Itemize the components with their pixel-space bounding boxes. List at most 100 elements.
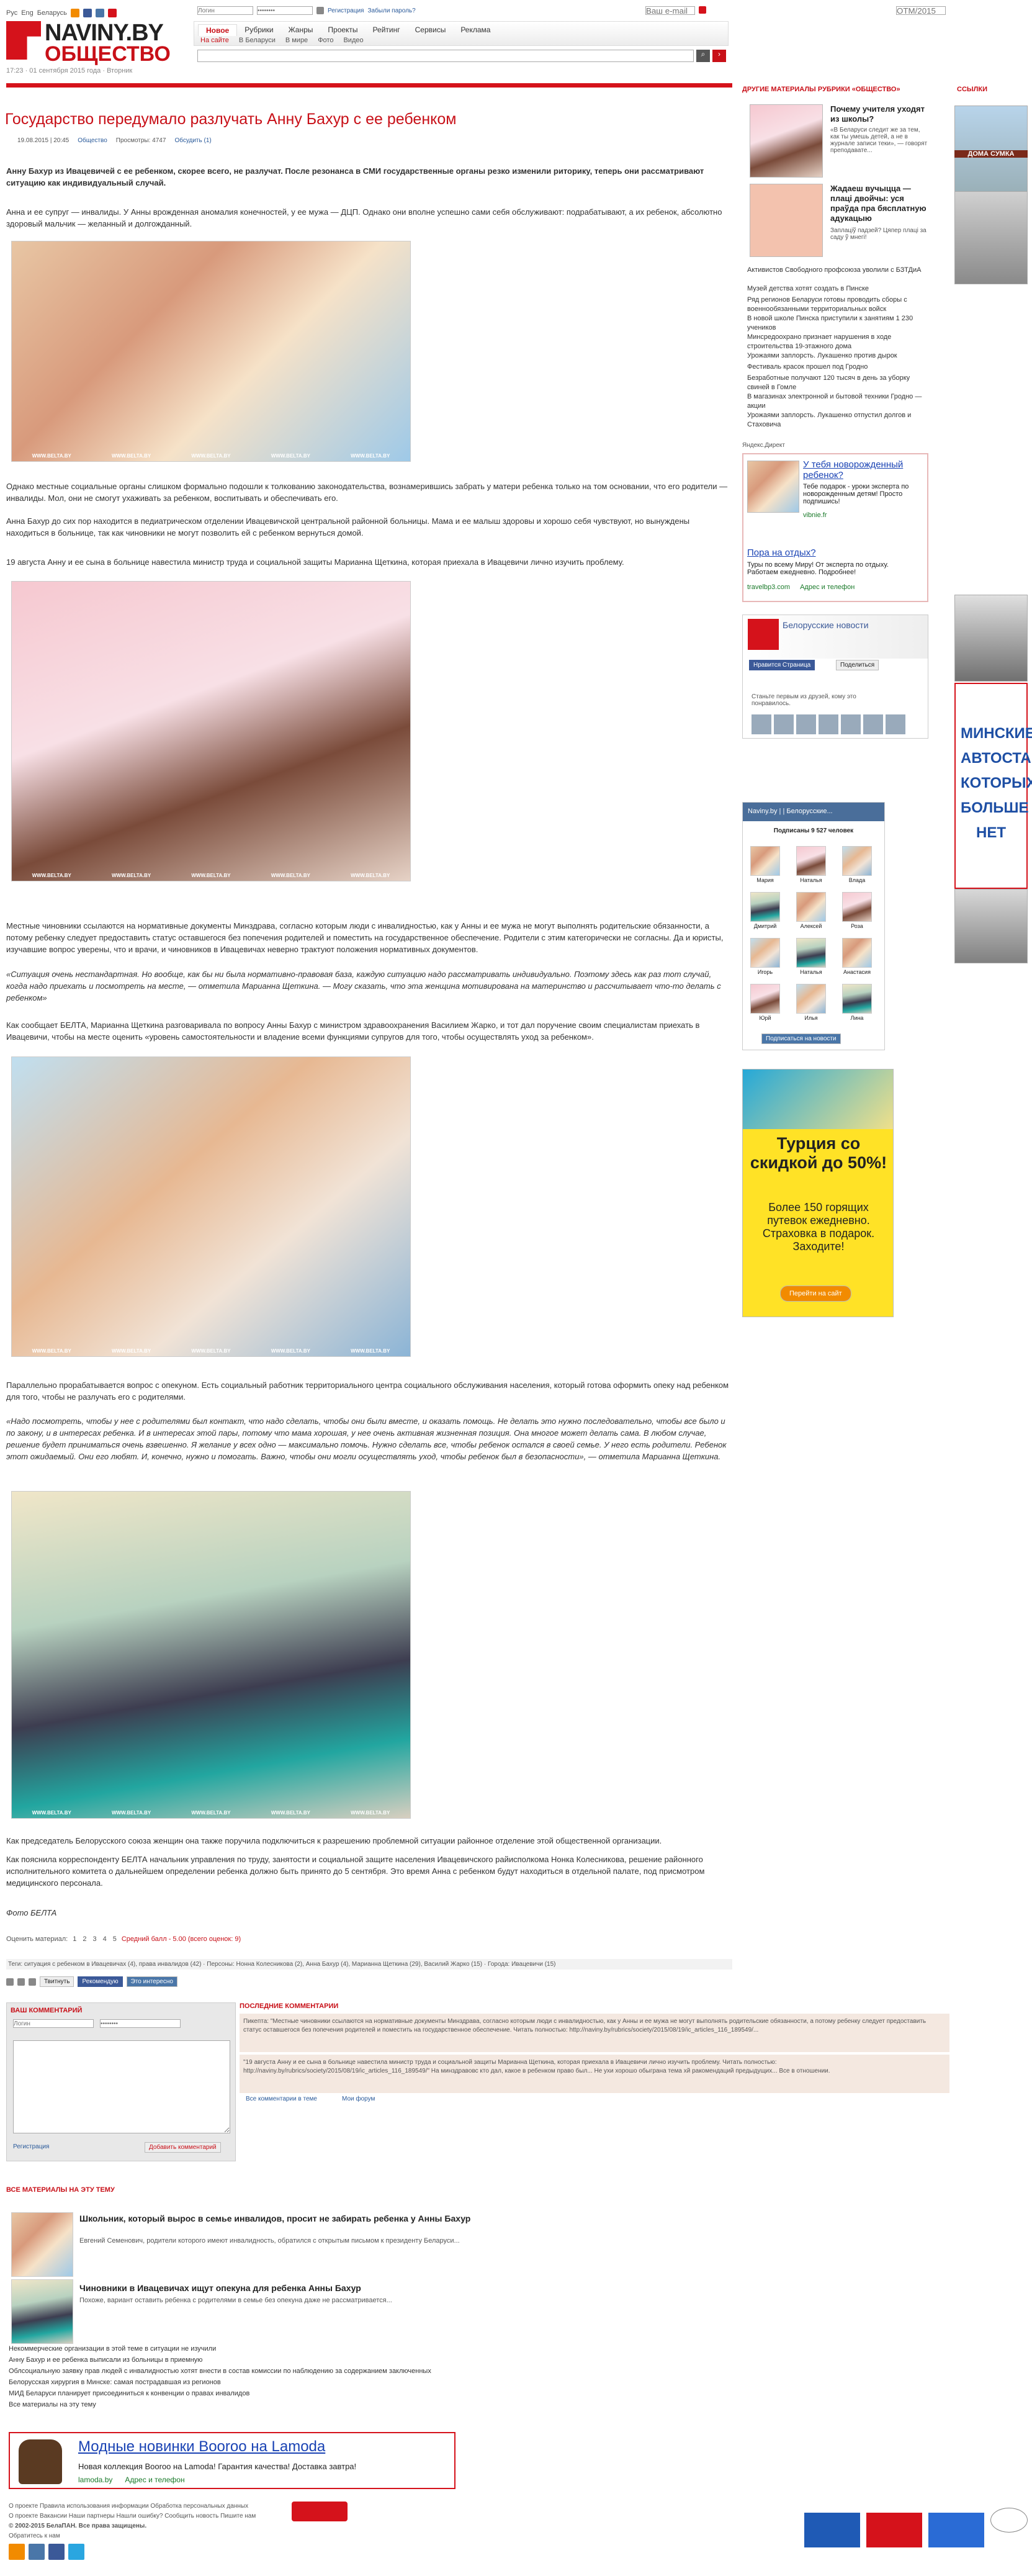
- seal-logo[interactable]: [990, 2508, 1028, 2533]
- sidebar-news-link[interactable]: Безработные получают 120 тысяч в день за…: [747, 374, 927, 392]
- nav-subtab[interactable]: В мире: [285, 37, 308, 44]
- nav-tab[interactable]: Реклама: [453, 24, 498, 36]
- nav-tab[interactable]: Рубрики: [237, 24, 280, 36]
- sidebar-news-link[interactable]: Урожаями заплорсть. Лукашенко против дыр…: [747, 351, 927, 361]
- vk-avatar[interactable]: [750, 892, 780, 922]
- vk-icon[interactable]: [29, 2544, 45, 2560]
- nav-tab[interactable]: Рейтинг: [366, 24, 408, 36]
- nav-tab[interactable]: Сервисы: [408, 24, 454, 36]
- sidebar-news-link[interactable]: Урожаями заплорсть. Лукашенко отпустил д…: [747, 411, 927, 430]
- vk-avatar[interactable]: [796, 938, 826, 968]
- nav-tab[interactable]: Проекты: [320, 24, 365, 36]
- sidebar-news-link[interactable]: В магазинах электронной и бытовой техник…: [747, 392, 927, 411]
- rating-star[interactable]: 1: [73, 1935, 76, 1943]
- related-thumb[interactable]: [11, 2279, 73, 2344]
- fb-share-button[interactable]: Поделиться: [836, 660, 879, 670]
- nav-subtab[interactable]: Видео: [343, 37, 363, 44]
- comment-textarea[interactable]: [13, 2040, 230, 2133]
- rating-star[interactable]: 5: [113, 1935, 117, 1943]
- bookmark-icon[interactable]: [29, 1978, 36, 1986]
- comment-login-input[interactable]: [13, 2019, 94, 2028]
- comment-password-input[interactable]: [100, 2019, 181, 2028]
- login-go-icon[interactable]: [316, 7, 324, 14]
- lamoda-title[interactable]: Модные новинки Booroo на Lamoda: [78, 2438, 325, 2456]
- fb-friend-avatar[interactable]: [752, 714, 771, 734]
- search-input[interactable]: [197, 50, 694, 62]
- related-list-item[interactable]: Все материалы на эту тему: [9, 2399, 431, 2410]
- subscribe-go-icon[interactable]: [699, 6, 706, 14]
- google-icon[interactable]: [107, 9, 117, 17]
- tweet-button[interactable]: Твитнуть: [40, 1976, 74, 1987]
- facebook-icon[interactable]: [83, 9, 92, 17]
- related-title-link[interactable]: Чиновники в Ивацевичах ищут опекуна для …: [79, 2283, 361, 2293]
- nav-tab[interactable]: Жанры: [281, 24, 321, 36]
- all-comments-link[interactable]: Все комментарии в теме: [246, 2096, 317, 2102]
- search-go-button[interactable]: ›: [712, 50, 726, 62]
- ad-photo[interactable]: [954, 106, 1028, 192]
- lang-by[interactable]: Беларусь: [37, 9, 67, 17]
- feature-thumb[interactable]: [750, 184, 823, 257]
- register-link[interactable]: Регистрация: [328, 7, 364, 14]
- vk-like-button[interactable]: Это интересно: [126, 1976, 177, 1987]
- article-rubric-link[interactable]: Общество: [78, 137, 107, 144]
- vk-avatar[interactable]: [750, 846, 780, 876]
- ad-photo[interactable]: [954, 595, 1028, 682]
- vk-widget-title[interactable]: Naviny.by | | Белорусские...: [743, 803, 884, 821]
- search-button[interactable]: ⌕: [696, 50, 710, 62]
- lamoda-url[interactable]: lamoda.by: [78, 2475, 112, 2484]
- ad-address[interactable]: Адрес и телефон: [800, 583, 855, 591]
- vk-avatar[interactable]: [842, 846, 872, 876]
- vk-avatar[interactable]: [842, 984, 872, 1014]
- facebook-icon[interactable]: [48, 2544, 65, 2560]
- login-input[interactable]: [197, 6, 253, 15]
- mail-icon[interactable]: [17, 1978, 25, 1986]
- nav-subtab[interactable]: В Беларуси: [239, 37, 276, 44]
- ad-url[interactable]: travelbp3.com: [747, 583, 790, 591]
- facebook-recommend-button[interactable]: Рекомендую: [78, 1976, 123, 1987]
- rating-star[interactable]: 2: [83, 1935, 86, 1943]
- lang-ru[interactable]: Рус: [6, 9, 17, 17]
- fb-friend-avatar[interactable]: [796, 714, 816, 734]
- fb-friend-avatar[interactable]: [863, 714, 883, 734]
- sidebar-news-link[interactable]: В новой школе Пинска приступили к заняти…: [747, 314, 927, 333]
- sidebar-news-link[interactable]: Минсредоохрано признает нарушения в ходе…: [747, 333, 927, 351]
- vk-avatar[interactable]: [750, 938, 780, 968]
- vk-avatar[interactable]: [842, 892, 872, 922]
- nav-subtab[interactable]: Фото: [318, 37, 333, 44]
- ad-thumb[interactable]: [747, 461, 799, 513]
- print-icon[interactable]: [6, 1978, 14, 1986]
- footer-links[interactable]: О проекте Правила использования информац…: [9, 2502, 256, 2511]
- related-thumb[interactable]: [11, 2212, 73, 2277]
- subscribe-input[interactable]: [645, 6, 695, 15]
- related-list-item[interactable]: Облсоциальную заявку прав людей с инвали…: [9, 2366, 431, 2377]
- rss-icon[interactable]: [70, 9, 79, 17]
- forgot-password-link[interactable]: Забыли пароль?: [367, 7, 415, 14]
- fb-friend-avatar[interactable]: [819, 714, 838, 734]
- sidebar-news-link[interactable]: Активистов Свободного профсоюза уволили …: [747, 266, 927, 275]
- feature-thumb[interactable]: [750, 104, 823, 178]
- discuss-link[interactable]: Обсудить (1): [174, 137, 211, 144]
- partner-banner[interactable]: [292, 2502, 348, 2521]
- vk-subscribe-button[interactable]: Подписаться на новости: [761, 1034, 841, 1044]
- related-list-item[interactable]: Некоммерческие организации в этой теме в…: [9, 2343, 431, 2354]
- fb-page-logo[interactable]: [748, 619, 779, 650]
- nav-tab[interactable]: Новое: [198, 24, 238, 36]
- comment-submit-button[interactable]: Добавить комментарий: [145, 2142, 221, 2153]
- related-list-item[interactable]: МИД Беларуси планирует присоединиться к …: [9, 2388, 431, 2399]
- feature-title-link[interactable]: Жадаеш вучыцца — плаці двойчы: уся праўд…: [830, 184, 930, 223]
- vk-icon[interactable]: [95, 9, 104, 17]
- fb-friend-avatar[interactable]: [886, 714, 905, 734]
- footer-contact[interactable]: Обратитесь к нам: [9, 2531, 256, 2541]
- related-list-item[interactable]: Белорусская хирургия в Минске: самая пос…: [9, 2377, 431, 2388]
- feature-title-link[interactable]: Почему учителя уходят из школы?: [830, 104, 930, 124]
- ad-photo[interactable]: [954, 191, 1028, 284]
- vk-avatar[interactable]: [796, 846, 826, 876]
- fb-page-title[interactable]: Белорусские новости: [783, 620, 869, 630]
- ad-url[interactable]: vibnie.fr: [803, 511, 827, 519]
- counter-banner[interactable]: [928, 2513, 984, 2547]
- forum-link[interactable]: Мои форум: [342, 2096, 375, 2102]
- rating-star[interactable]: 4: [103, 1935, 107, 1943]
- archive-date-input[interactable]: [896, 6, 946, 15]
- related-list-item[interactable]: Анну Бахур и ее ребенка выписали из боль…: [9, 2354, 431, 2366]
- sidebar-news-link[interactable]: Фестиваль красок прошел под Гродно: [747, 363, 927, 372]
